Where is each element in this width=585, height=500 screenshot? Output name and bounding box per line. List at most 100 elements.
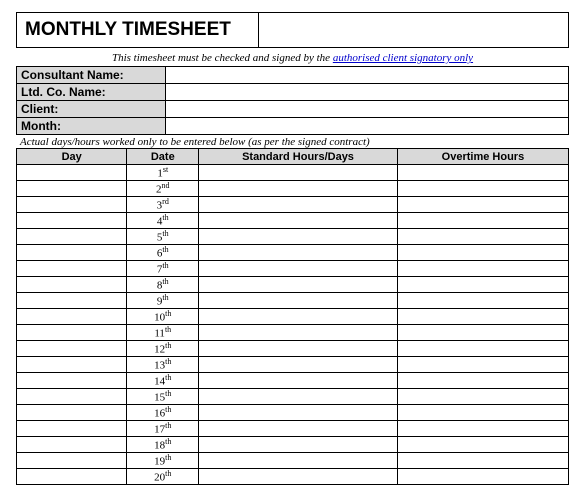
- cell-standard-hours[interactable]: [199, 373, 398, 389]
- cell-date: 19th: [127, 453, 199, 469]
- cell-day[interactable]: [17, 261, 127, 277]
- title-spacer: [259, 13, 568, 47]
- cell-standard-hours[interactable]: [199, 341, 398, 357]
- cell-date: 20th: [127, 469, 199, 485]
- cell-overtime-hours[interactable]: [397, 357, 568, 373]
- cell-day[interactable]: [17, 197, 127, 213]
- col-std: Standard Hours/Days: [199, 149, 398, 165]
- cell-standard-hours[interactable]: [199, 165, 398, 181]
- cell-day[interactable]: [17, 293, 127, 309]
- cell-date: 7th: [127, 261, 199, 277]
- header-fields: Consultant Name: Ltd. Co. Name: Client: …: [16, 66, 569, 135]
- cell-standard-hours[interactable]: [199, 245, 398, 261]
- cell-standard-hours[interactable]: [199, 469, 398, 485]
- cell-standard-hours[interactable]: [199, 325, 398, 341]
- cell-day[interactable]: [17, 453, 127, 469]
- cell-overtime-hours[interactable]: [397, 261, 568, 277]
- month-label: Month:: [17, 118, 166, 135]
- cell-overtime-hours[interactable]: [397, 309, 568, 325]
- cell-day[interactable]: [17, 325, 127, 341]
- cell-day[interactable]: [17, 469, 127, 485]
- company-label: Ltd. Co. Name:: [17, 84, 166, 101]
- table-row: 18th: [17, 437, 569, 453]
- cell-overtime-hours[interactable]: [397, 325, 568, 341]
- cell-standard-hours[interactable]: [199, 197, 398, 213]
- cell-day[interactable]: [17, 405, 127, 421]
- cell-standard-hours[interactable]: [199, 357, 398, 373]
- cell-date: 9th: [127, 293, 199, 309]
- cell-date: 8th: [127, 277, 199, 293]
- table-row: 1st: [17, 165, 569, 181]
- cell-date: 14th: [127, 373, 199, 389]
- cell-date: 10th: [127, 309, 199, 325]
- cell-day[interactable]: [17, 213, 127, 229]
- cell-day[interactable]: [17, 165, 127, 181]
- cell-overtime-hours[interactable]: [397, 293, 568, 309]
- cell-overtime-hours[interactable]: [397, 453, 568, 469]
- table-row: 14th: [17, 373, 569, 389]
- cell-standard-hours[interactable]: [199, 405, 398, 421]
- title-row: MONTHLY TIMESHEET: [16, 12, 569, 48]
- cell-standard-hours[interactable]: [199, 437, 398, 453]
- table-row: 2nd: [17, 181, 569, 197]
- table-row: 16th: [17, 405, 569, 421]
- cell-overtime-hours[interactable]: [397, 245, 568, 261]
- cell-overtime-hours[interactable]: [397, 341, 568, 357]
- table-row: 4th: [17, 213, 569, 229]
- cell-overtime-hours[interactable]: [397, 405, 568, 421]
- table-row: 3rd: [17, 197, 569, 213]
- cell-day[interactable]: [17, 341, 127, 357]
- cell-date: 11th: [127, 325, 199, 341]
- cell-standard-hours[interactable]: [199, 229, 398, 245]
- cell-overtime-hours[interactable]: [397, 469, 568, 485]
- cell-overtime-hours[interactable]: [397, 373, 568, 389]
- cell-day[interactable]: [17, 309, 127, 325]
- cell-day[interactable]: [17, 277, 127, 293]
- cell-date: 5th: [127, 229, 199, 245]
- cell-overtime-hours[interactable]: [397, 389, 568, 405]
- table-row: 20th: [17, 469, 569, 485]
- cell-standard-hours[interactable]: [199, 453, 398, 469]
- cell-overtime-hours[interactable]: [397, 437, 568, 453]
- cell-date: 18th: [127, 437, 199, 453]
- cell-overtime-hours[interactable]: [397, 213, 568, 229]
- grid-header-row: Day Date Standard Hours/Days Overtime Ho…: [17, 149, 569, 165]
- cell-standard-hours[interactable]: [199, 309, 398, 325]
- cell-overtime-hours[interactable]: [397, 181, 568, 197]
- cell-day[interactable]: [17, 229, 127, 245]
- cell-overtime-hours[interactable]: [397, 421, 568, 437]
- cell-date: 1st: [127, 165, 199, 181]
- table-row: 9th: [17, 293, 569, 309]
- cell-standard-hours[interactable]: [199, 421, 398, 437]
- cell-overtime-hours[interactable]: [397, 229, 568, 245]
- table-row: 15th: [17, 389, 569, 405]
- cell-standard-hours[interactable]: [199, 261, 398, 277]
- month-value[interactable]: [166, 118, 569, 135]
- cell-day[interactable]: [17, 389, 127, 405]
- cell-standard-hours[interactable]: [199, 389, 398, 405]
- cell-day[interactable]: [17, 181, 127, 197]
- consultant-value[interactable]: [166, 67, 569, 84]
- table-row: 13th: [17, 357, 569, 373]
- cell-day[interactable]: [17, 357, 127, 373]
- cell-date: 3rd: [127, 197, 199, 213]
- table-row: 7th: [17, 261, 569, 277]
- cell-day[interactable]: [17, 245, 127, 261]
- page-title: MONTHLY TIMESHEET: [17, 13, 259, 47]
- cell-standard-hours[interactable]: [199, 277, 398, 293]
- notice-text: This timesheet must be checked and signe…: [112, 52, 333, 64]
- cell-overtime-hours[interactable]: [397, 165, 568, 181]
- cell-day[interactable]: [17, 373, 127, 389]
- client-label: Client:: [17, 101, 166, 118]
- cell-standard-hours[interactable]: [199, 213, 398, 229]
- cell-day[interactable]: [17, 437, 127, 453]
- cell-day[interactable]: [17, 421, 127, 437]
- client-value[interactable]: [166, 101, 569, 118]
- company-value[interactable]: [166, 84, 569, 101]
- cell-standard-hours[interactable]: [199, 181, 398, 197]
- cell-overtime-hours[interactable]: [397, 277, 568, 293]
- cell-overtime-hours[interactable]: [397, 197, 568, 213]
- table-row: 10th: [17, 309, 569, 325]
- table-row: 11th: [17, 325, 569, 341]
- cell-standard-hours[interactable]: [199, 293, 398, 309]
